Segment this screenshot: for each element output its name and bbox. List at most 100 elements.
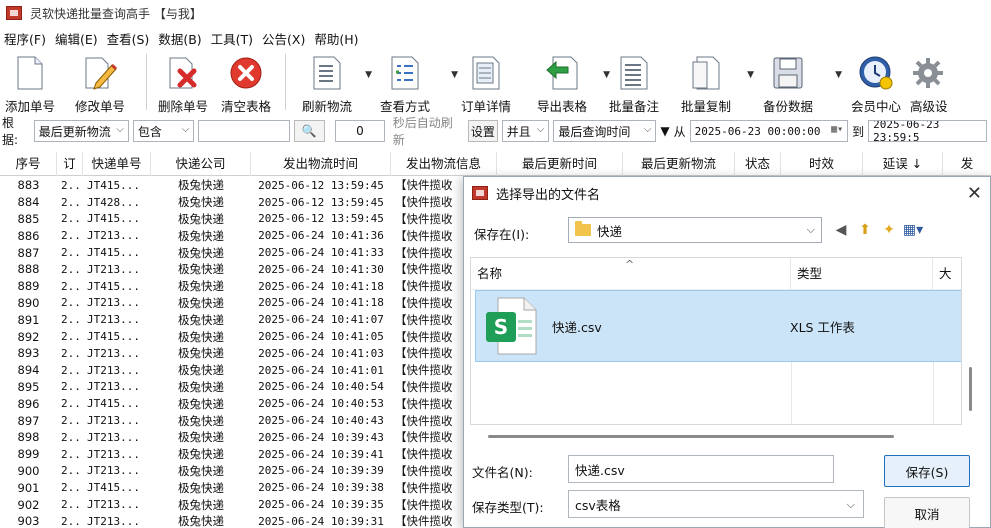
advanced-settings-button[interactable]: 高级设: [910, 50, 960, 116]
menu-data[interactable]: 数据(B): [158, 29, 201, 48]
col-status[interactable]: 状态: [735, 151, 781, 176]
menu-view[interactable]: 查看(S): [107, 29, 150, 48]
cell-tracking-number: JT428...: [87, 195, 140, 209]
cell-order: 2...: [61, 430, 83, 444]
cell-order: 2...: [61, 296, 83, 310]
col-order[interactable]: 订: [57, 151, 83, 176]
col-tracking-number[interactable]: 快递单号: [83, 151, 151, 176]
menu-help[interactable]: 帮助(H): [314, 29, 358, 48]
dialog-title: 选择导出的文件名: [496, 187, 601, 203]
cell-courier: 极兔快递: [178, 514, 224, 528]
clear-table-button[interactable]: 清空表格: [213, 50, 279, 116]
col-send[interactable]: 发: [943, 152, 991, 176]
cell-courier: 极兔快递: [178, 346, 224, 361]
cell-no: 899: [17, 447, 40, 462]
calendar-icon[interactable]: ▦▾: [831, 124, 843, 135]
cell-order: 2...: [61, 346, 83, 360]
cell-courier: 极兔快递: [178, 211, 224, 226]
cell-no: 884: [17, 195, 40, 210]
edit-button[interactable]: 修改单号: [60, 50, 140, 116]
col-size[interactable]: 大小: [933, 258, 961, 313]
save-in-select[interactable]: 快递 ⌵: [568, 217, 822, 243]
view-menu-icon[interactable]: ▦▾: [903, 221, 923, 239]
cell-order: 2...: [61, 178, 83, 192]
cell-courier: 极兔快递: [178, 195, 224, 210]
col-type[interactable]: 类型: [791, 258, 933, 290]
member-center-button[interactable]: 会员中心: [842, 50, 910, 116]
to-date-input[interactable]: 2025-06-23 23:59:5: [868, 120, 988, 142]
backup-data-button[interactable]: 备份数据 ▼: [744, 50, 842, 116]
export-icon: [544, 54, 580, 92]
from-date-input[interactable]: 2025-06-23 00:00:00 ▦▾: [689, 120, 849, 142]
cell-no: 886: [17, 228, 40, 243]
filetype-select[interactable]: csv表格 ⌵: [568, 490, 864, 518]
col-timeliness[interactable]: 时效: [781, 151, 863, 176]
new-folder-icon[interactable]: ✦: [880, 221, 898, 239]
batch-copy-button[interactable]: 批量复制 ▼: [668, 50, 754, 116]
toolbar-separator: [146, 54, 147, 110]
settings-button[interactable]: 设置: [468, 120, 498, 142]
dropdown-arrow-icon[interactable]: ▼: [660, 124, 669, 138]
export-table-button[interactable]: 导出表格 ▼: [524, 50, 610, 116]
cell-courier: 极兔快递: [178, 480, 224, 495]
file-item[interactable]: S 快递.csv XLS 工作表: [475, 290, 961, 362]
menu-edit[interactable]: 编辑(E): [55, 29, 98, 48]
col-last-update-time[interactable]: 最后更新时间: [497, 151, 623, 176]
cancel-button[interactable]: 取消: [884, 497, 970, 528]
filter-operator-select[interactable]: 包含 ⌵: [132, 120, 195, 142]
cell-courier: 极兔快递: [178, 396, 224, 411]
filter-keyword-input[interactable]: [198, 120, 290, 142]
time-field-select[interactable]: 最后查询时间 ⌵: [553, 120, 657, 142]
filter-field-select[interactable]: 最后更新物流 ⌵: [33, 120, 129, 142]
view-mode-button[interactable]: 查看方式 ▼: [362, 50, 458, 116]
cell-no: 894: [17, 363, 40, 378]
search-button[interactable]: 🔍: [293, 120, 326, 142]
up-folder-icon[interactable]: ⬆: [856, 221, 874, 239]
add-button[interactable]: 添加单号: [0, 50, 60, 116]
checklist-icon: [387, 54, 423, 92]
menu-program[interactable]: 程序(F): [4, 29, 46, 48]
cell-order: 2...: [61, 246, 83, 260]
pencil-document-icon: [82, 54, 118, 92]
col-send-time[interactable]: 发出物流时间: [251, 151, 391, 176]
horizontal-scrollbar[interactable]: [488, 435, 894, 438]
dropdown-arrow-icon[interactable]: ▼: [835, 70, 842, 80]
cell-send-time: 2025-06-24 10:41:18: [258, 279, 384, 293]
cell-order: 2...: [61, 262, 83, 276]
clear-icon: [228, 54, 264, 92]
cell-courier: 极兔快递: [178, 178, 224, 193]
menu-notice[interactable]: 公告(X): [262, 29, 305, 48]
close-icon[interactable]: ✕: [967, 183, 982, 204]
delete-button[interactable]: 删除单号: [153, 50, 213, 116]
cell-tracking-number: JT415...: [87, 397, 140, 411]
col-no[interactable]: 序号: [0, 151, 57, 176]
file-list: 名称^ 类型 大小 S 快递.csv XLS 工作表: [470, 257, 962, 425]
batch-note-button[interactable]: 批量备注: [600, 50, 668, 116]
menu-tools[interactable]: 工具(T): [211, 29, 253, 48]
cell-send-time: 2025-06-24 10:41:03: [258, 346, 384, 360]
col-name[interactable]: 名称 ^: [471, 258, 791, 290]
col-last-update-logistics[interactable]: 最后更新物流: [623, 151, 735, 176]
col-courier[interactable]: 快递公司: [151, 151, 251, 176]
col-send-info[interactable]: 发出物流信息: [391, 151, 497, 176]
cell-courier: 极兔快递: [178, 295, 224, 310]
note-icon: [616, 54, 652, 92]
refresh-logistics-button[interactable]: 刷新物流 ▼: [292, 50, 372, 116]
logic-select[interactable]: 并且 ⌵: [501, 120, 550, 142]
back-icon[interactable]: ◀: [832, 221, 850, 239]
cell-tracking-number: JT213...: [87, 313, 140, 327]
from-label: 从: [673, 124, 686, 139]
vertical-scrollbar[interactable]: [969, 367, 972, 411]
app-logo-icon: [6, 6, 22, 20]
order-detail-button[interactable]: 订单详情: [448, 50, 524, 116]
cell-tracking-number: JT213...: [87, 498, 140, 512]
chevron-down-icon: ⌵: [536, 124, 545, 135]
col-delay[interactable]: 延误 ↓: [863, 151, 943, 176]
spreadsheet-file-icon: S: [484, 296, 540, 356]
svg-text:S: S: [494, 315, 508, 339]
filename-input[interactable]: 快递.csv: [568, 455, 834, 483]
auto-refresh-seconds-input[interactable]: 0: [335, 120, 385, 142]
save-button[interactable]: 保存(S): [884, 455, 970, 487]
cell-send-time: 2025-06-24 10:39:31: [258, 514, 384, 528]
cell-order: 2...: [61, 481, 83, 495]
